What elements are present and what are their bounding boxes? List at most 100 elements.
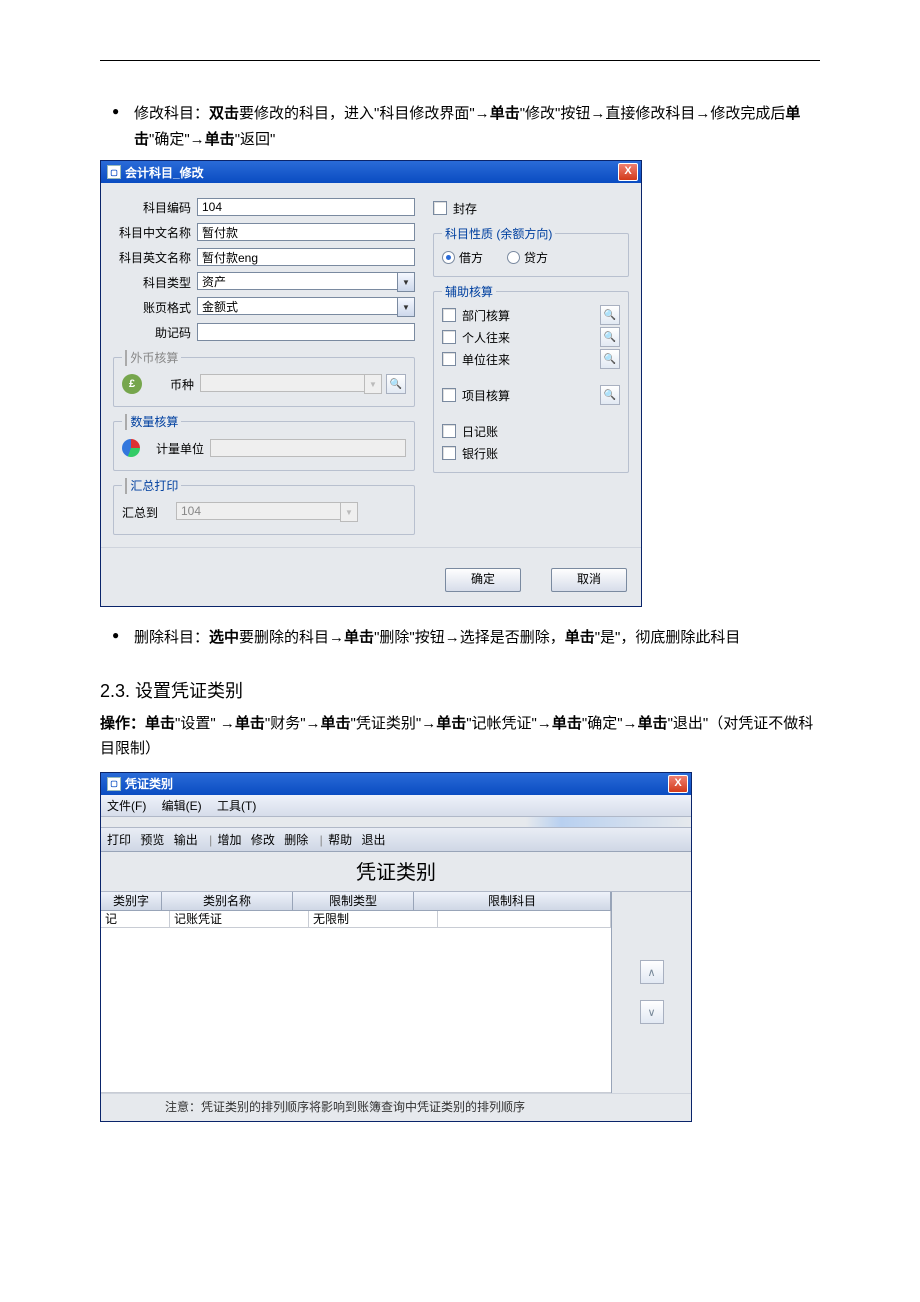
- bullet-delete: 删除科目：选中要删除的科目→单击"删除"按钮→选择是否删除，单击"是"，彻底删除…: [100, 625, 820, 651]
- bullet-list-2: 删除科目：选中要删除的科目→单击"删除"按钮→选择是否删除，单击"是"，彻底删除…: [100, 625, 820, 651]
- note-text: 注意：凭证类别的排列顺序将影响到账簿查询中凭证类别的排列顺序: [101, 1093, 691, 1121]
- sum-value: [176, 502, 340, 520]
- search-icon[interactable]: 🔍: [386, 374, 406, 394]
- label-credit: 贷方: [524, 249, 548, 266]
- qty-checkbox[interactable]: [125, 414, 127, 430]
- move-up-button[interactable]: ∧: [640, 960, 664, 984]
- search-icon[interactable]: 🔍: [600, 349, 620, 369]
- window-icon: ▢: [107, 777, 121, 791]
- ledger-combo[interactable]: ▼: [197, 297, 415, 317]
- label-cn-name: 科目中文名称: [113, 224, 197, 241]
- cn-name-input[interactable]: [197, 223, 415, 241]
- titlebar[interactable]: ▢ 凭证类别 X: [101, 773, 691, 795]
- search-icon[interactable]: 🔍: [600, 327, 620, 347]
- type-combo[interactable]: ▼: [197, 272, 415, 292]
- window-icon: ▢: [107, 165, 121, 179]
- menu-file[interactable]: 文件(F): [107, 799, 146, 813]
- close-button[interactable]: X: [618, 163, 638, 181]
- section-heading: 2.3. 设置凭证类别: [100, 677, 820, 703]
- type-value[interactable]: [197, 272, 397, 290]
- toolbar: 打印 预览 输出 | 增加 修改 删除 | 帮助 退出: [101, 828, 691, 852]
- grid-empty-area: [101, 928, 611, 1093]
- label-dept: 部门核算: [462, 307, 594, 324]
- t: 选中: [209, 629, 239, 646]
- chevron-down-icon[interactable]: ▼: [397, 297, 415, 317]
- menu-edit[interactable]: 编辑(E): [162, 799, 202, 813]
- sum-checkbox[interactable]: [125, 478, 127, 494]
- label-debit: 借方: [459, 249, 483, 266]
- fx-legend: 外币核算: [130, 351, 178, 365]
- cancel-button[interactable]: 取消: [551, 568, 627, 592]
- code-input[interactable]: [197, 198, 415, 216]
- sum-combo: ▼: [176, 502, 358, 522]
- personal-checkbox[interactable]: [442, 330, 456, 344]
- chevron-down-icon[interactable]: ▼: [397, 272, 415, 292]
- project-checkbox[interactable]: [442, 388, 456, 402]
- t: "删除"按钮→选择是否删除，: [374, 629, 565, 646]
- dept-checkbox[interactable]: [442, 308, 456, 322]
- tb-exit[interactable]: 退出: [361, 833, 385, 847]
- menu-tool[interactable]: 工具(T): [217, 799, 256, 813]
- label-project: 项目核算: [462, 387, 594, 404]
- tb-export[interactable]: 输出: [174, 833, 198, 847]
- separator: |: [209, 833, 212, 847]
- search-icon[interactable]: 🔍: [600, 385, 620, 405]
- journal-checkbox[interactable]: [442, 424, 456, 438]
- credit-radio[interactable]: [507, 251, 520, 264]
- en-name-input[interactable]: [197, 248, 415, 266]
- tb-print[interactable]: 打印: [107, 833, 131, 847]
- chevron-down-icon: ▼: [364, 374, 382, 394]
- t: "设置" →: [175, 715, 235, 732]
- fx-checkbox[interactable]: [125, 350, 127, 366]
- tb-modify[interactable]: 修改: [251, 833, 275, 847]
- t: 单击: [235, 715, 265, 732]
- col-header: 类别名称: [162, 892, 293, 911]
- tb-add[interactable]: 增加: [218, 833, 242, 847]
- cell: 记账凭证: [170, 911, 309, 928]
- move-down-button[interactable]: ∨: [640, 1000, 664, 1024]
- titlebar[interactable]: ▢ 会计科目_修改 X: [101, 161, 641, 183]
- seal-checkbox[interactable]: [433, 201, 447, 215]
- label-mnemo: 助记码: [113, 324, 197, 341]
- panel-title: 凭证类别: [101, 852, 691, 892]
- col-header: 类别字: [101, 892, 162, 911]
- t: "是"，彻底删除此科目: [595, 629, 741, 646]
- qty-legend: 数量核算: [130, 415, 178, 429]
- bank-checkbox[interactable]: [442, 446, 456, 460]
- t: "修改"按钮→直接修改科目→修改完成后: [520, 105, 786, 122]
- menubar: 文件(F) 编辑(E) 工具(T): [101, 795, 691, 817]
- window-title: 凭证类别: [125, 775, 668, 792]
- t: 单击: [565, 629, 595, 646]
- t: 要修改的科目，进入"科目修改界面"→: [239, 105, 490, 122]
- cell: 记: [101, 911, 170, 928]
- tb-delete[interactable]: 删除: [284, 833, 308, 847]
- debit-radio[interactable]: [442, 251, 455, 264]
- chevron-down-icon: ▼: [340, 502, 358, 522]
- t: "财务"→: [265, 715, 321, 732]
- cell: [438, 911, 611, 928]
- qty-group: 数量核算 计量单位: [113, 413, 415, 471]
- sum-group: 汇总打印 汇总到 ▼: [113, 477, 415, 535]
- company-checkbox[interactable]: [442, 352, 456, 366]
- ledger-value[interactable]: [197, 297, 397, 315]
- t: 单击: [490, 105, 520, 122]
- close-button[interactable]: X: [668, 775, 688, 793]
- mnemo-input[interactable]: [197, 323, 415, 341]
- t: "凭证类别"→: [351, 715, 437, 732]
- t: 要删除的科目→: [239, 629, 344, 646]
- tb-preview[interactable]: 预览: [140, 833, 164, 847]
- t: "返回": [235, 131, 276, 148]
- t: 单击: [321, 715, 351, 732]
- t: 操作：: [100, 715, 145, 732]
- currency-value: [200, 374, 364, 392]
- tb-help[interactable]: 帮助: [328, 833, 352, 847]
- table-row[interactable]: 记 记账凭证 无限制: [101, 911, 611, 928]
- t: 单击: [205, 131, 235, 148]
- nature-legend: 科目性质 (余额方向): [442, 225, 555, 242]
- label-type: 科目类型: [113, 274, 197, 291]
- search-icon[interactable]: 🔍: [600, 305, 620, 325]
- window-title: 会计科目_修改: [125, 164, 618, 181]
- ok-button[interactable]: 确定: [445, 568, 521, 592]
- voucher-type-dialog: ▢ 凭证类别 X 文件(F) 编辑(E) 工具(T) 打印 预览 输出 | 增加…: [100, 772, 692, 1122]
- nature-group: 科目性质 (余额方向) 借方 贷方: [433, 225, 629, 277]
